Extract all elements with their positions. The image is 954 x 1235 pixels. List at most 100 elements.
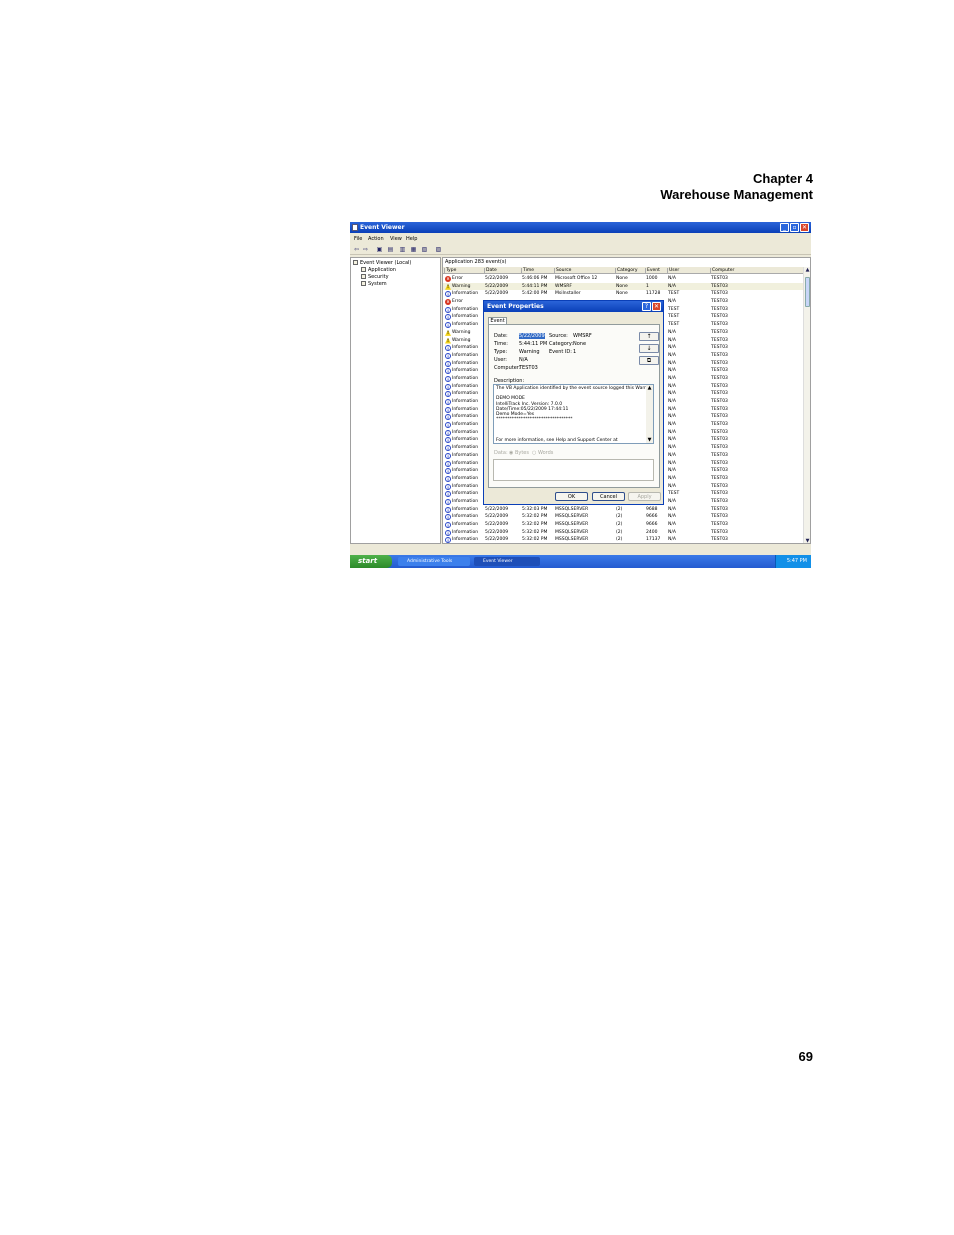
column-category[interactable]: Category [615, 268, 645, 274]
data-box[interactable] [493, 459, 654, 481]
cell-user: N/A [668, 383, 676, 389]
scroll-up-icon[interactable]: ▲ [804, 267, 810, 274]
cell-source: MSSQLSERVER [555, 506, 589, 512]
cell-computer: TEST03 [711, 322, 728, 328]
column-user[interactable]: User [667, 268, 710, 274]
refresh-icon[interactable]: ▧ [421, 246, 428, 253]
table-row[interactable]: × Error 5/22/2009 5:46:06 PM Microsoft Offic… [443, 275, 804, 283]
cell-user: N/A [668, 414, 676, 420]
cell-source: MSSQLSERVER [555, 537, 589, 543]
cell-computer: TEST03 [711, 283, 728, 289]
cell-user: N/A [668, 445, 676, 451]
column-event[interactable]: Event [645, 268, 667, 274]
description-line: The VB Application identified by the eve… [496, 386, 654, 391]
table-row[interactable]: i Information 5/22/2009 5:32:02 PM MSSQLSERV… [443, 521, 804, 529]
menu-view[interactable]: View [390, 236, 402, 242]
table-row[interactable]: ! Warning 5/22/2009 5:44:11 PM WMSRF None 1 N/A… [443, 282, 804, 291]
tree-item-label: System [368, 281, 387, 287]
cell-event: 1 [646, 283, 649, 289]
export-icon[interactable]: ▥ [399, 246, 406, 253]
event-viewer-icon [352, 224, 358, 231]
menu-file[interactable]: File [354, 236, 362, 242]
previous-event-button[interactable]: ↑ [639, 332, 659, 341]
copy-button[interactable]: ⧉ [639, 356, 659, 365]
up-folder-icon[interactable]: ▣ [376, 246, 383, 253]
tree-item-application[interactable]: Application [361, 267, 396, 273]
menu-bar: File Action View Help [350, 234, 811, 243]
information-icon: i [445, 437, 451, 444]
table-row[interactable]: i Information 5/22/2009 5:42:00 PM MsiInstal… [443, 290, 804, 298]
scroll-up-icon[interactable]: ▲ [646, 385, 653, 391]
tree-root[interactable]: Event Viewer (Local) [353, 260, 411, 266]
menu-action[interactable]: Action [368, 236, 384, 242]
column-computer[interactable]: Computer [710, 268, 747, 274]
table-row[interactable]: i Information 5/22/2009 5:32:02 PM MSSQLSERV… [443, 529, 804, 537]
cell-type: Information [452, 506, 479, 512]
column-type[interactable]: Type [444, 268, 484, 274]
source-label: Source: [549, 333, 568, 339]
column-date[interactable]: Date [484, 268, 521, 274]
date-value[interactable]: 5/22/2009 [519, 333, 545, 339]
cell-type: Information [452, 345, 479, 351]
cell-computer: TEST03 [711, 460, 728, 466]
information-icon: i [445, 529, 451, 536]
cell-type: Information [452, 322, 479, 328]
tree-item-system[interactable]: System [361, 281, 387, 287]
task-administrative-tools[interactable]: Administrative Tools [398, 557, 470, 566]
cell-category: None [616, 283, 628, 289]
forward-icon[interactable]: ⇨ [362, 246, 369, 253]
cell-type: Information [452, 529, 479, 535]
column-source[interactable]: Source [554, 268, 615, 274]
ok-button[interactable]: OK [555, 492, 588, 501]
cancel-button[interactable]: Cancel [592, 492, 625, 501]
information-icon: i [445, 522, 451, 528]
close-button[interactable]: ✕ [800, 223, 809, 232]
cell-type: Information [452, 475, 479, 481]
cell-computer: TEST03 [711, 375, 728, 381]
restore-button[interactable]: ▫ [790, 223, 799, 232]
cell-type: Information [452, 452, 479, 458]
show-tree-icon[interactable]: ▤ [387, 246, 394, 253]
help-button[interactable]: ? [642, 302, 651, 311]
cell-event: 9666 [646, 514, 658, 520]
table-row[interactable]: i Information 5/22/2009 5:32:02 PM MSSQLSERV… [443, 536, 804, 543]
cell-category: (2) [616, 529, 623, 535]
information-icon: i [445, 452, 451, 459]
apply-button[interactable]: Apply [628, 492, 661, 501]
scroll-thumb[interactable] [805, 277, 810, 307]
dialog-close-button[interactable]: ✕ [652, 302, 661, 311]
start-button[interactable]: start [350, 555, 392, 568]
cell-computer: TEST03 [711, 329, 728, 335]
properties-icon[interactable]: ▦ [410, 246, 417, 253]
scroll-down-icon[interactable]: ▼ [646, 437, 653, 443]
back-icon[interactable]: ⇦ [353, 246, 360, 253]
cell-type: Warning [452, 337, 471, 343]
words-radio[interactable]: ○ Words [532, 450, 553, 456]
table-row[interactable]: i Information 5/22/2009 5:32:02 PM MSSQLSERV… [443, 513, 804, 521]
minimize-button[interactable]: _ [780, 223, 789, 232]
help-icon[interactable]: ▨ [435, 246, 442, 253]
cell-user: N/A [668, 537, 676, 543]
cell-type: Error [452, 276, 463, 281]
dialog-titlebar: Event Properties ? ✕ [484, 301, 663, 312]
menu-help[interactable]: Help [406, 236, 417, 242]
cell-date: 5/22/2009 [485, 537, 509, 543]
cell-type: Information [452, 437, 479, 443]
warning-icon: ! [445, 329, 451, 336]
next-event-button[interactable]: ↓ [639, 344, 659, 353]
tree-item-security[interactable]: Security [361, 274, 389, 280]
cell-user: N/A [668, 483, 676, 489]
scroll-down-icon[interactable]: ▼ [804, 538, 810, 543]
system-tray-clock[interactable]: 5:47 PM [775, 555, 811, 568]
bytes-radio[interactable]: ◉ Bytes [509, 450, 529, 456]
tree-pane: Event Viewer (Local) Application Securit… [350, 257, 441, 544]
cell-user: N/A [668, 399, 676, 404]
cell-user: N/A [668, 368, 676, 374]
description-box[interactable]: The VB Application identified by the eve… [493, 384, 654, 444]
list-scrollbar[interactable]: ▲ ▼ [803, 267, 810, 543]
description-scrollbar[interactable]: ▲ ▼ [646, 385, 653, 443]
column-time[interactable]: Time [521, 268, 554, 274]
table-row[interactable]: i Information 5/22/2009 5:32:03 PM MSSQLSERV… [443, 506, 804, 514]
task-event-viewer[interactable]: Event Viewer [474, 557, 540, 566]
user-value: N/A [519, 357, 528, 363]
